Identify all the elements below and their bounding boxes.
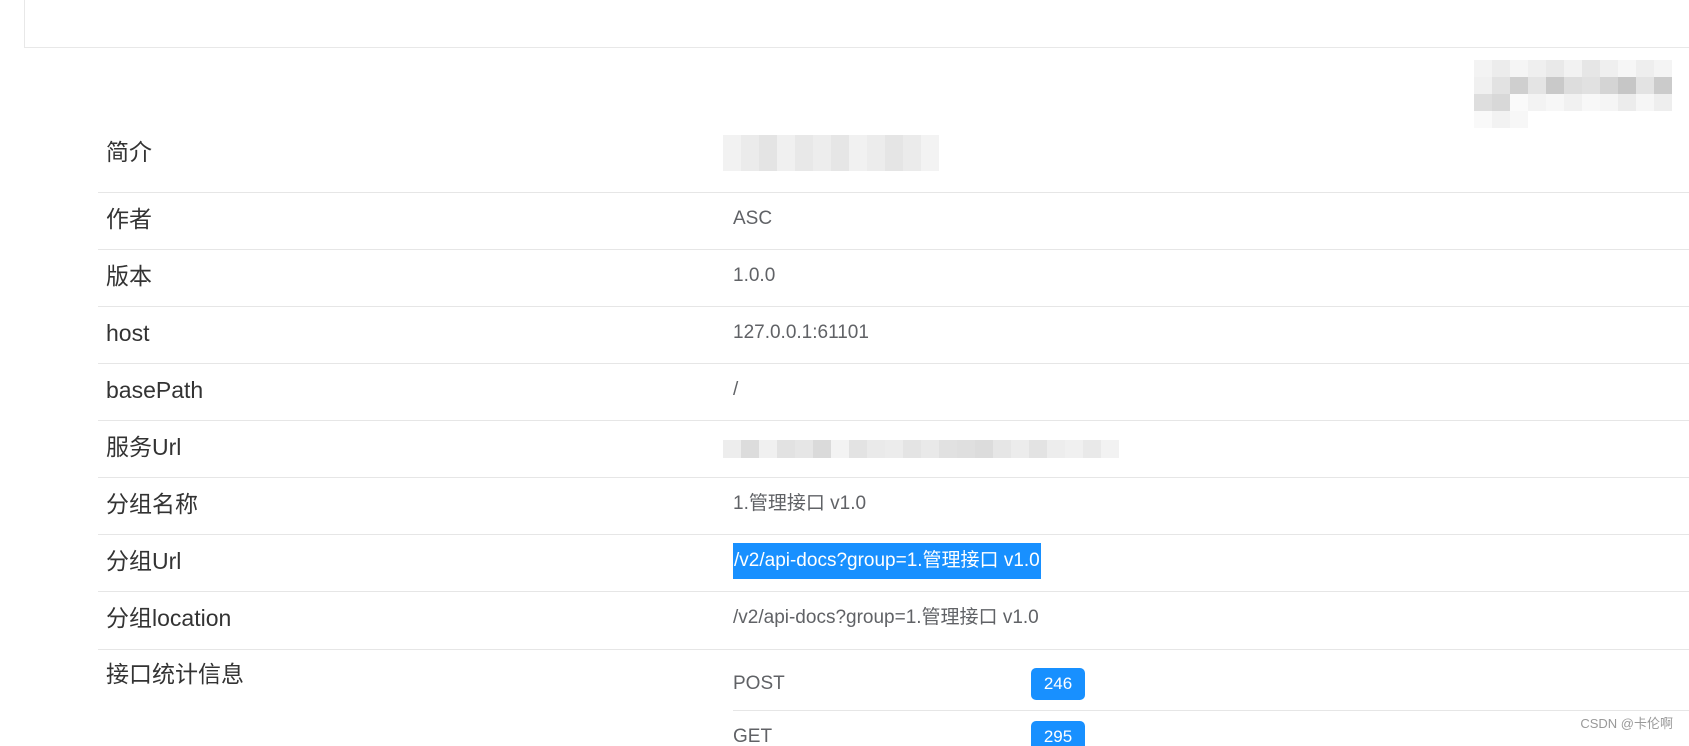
top-panel bbox=[24, 0, 1689, 48]
row-value: 127.0.0.1:61101 bbox=[733, 322, 869, 343]
row-key: 版本 bbox=[106, 263, 152, 289]
info-row-intro: 简介 bbox=[98, 115, 1689, 193]
watermark: CSDN @卡伦啊 bbox=[1580, 716, 1673, 731]
info-row-group-name: 分组名称 1.管理接口 v1.0 bbox=[98, 478, 1689, 535]
info-row-api-stats: 接口统计信息 bbox=[98, 650, 1689, 746]
row-key: 服务Url bbox=[106, 434, 182, 460]
stat-count-badge-get: 295 bbox=[1031, 721, 1085, 746]
row-value: 1.管理接口 v1.0 bbox=[733, 493, 867, 514]
row-value: /v2/api-docs?group=1.管理接口 v1.0 bbox=[733, 607, 1039, 628]
row-key: 分组location bbox=[106, 605, 232, 631]
stat-method-post: POST bbox=[733, 673, 785, 694]
row-key: 分组Url bbox=[106, 548, 182, 574]
info-row-basepath: basePath / bbox=[98, 364, 1689, 421]
row-key: 接口统计信息 bbox=[106, 661, 244, 687]
row-value: / bbox=[733, 379, 739, 400]
stat-method-get: GET bbox=[733, 726, 773, 746]
info-row-group-url: 分组Url /v2/api-docs?group=1.管理接口 v1.0 bbox=[98, 535, 1689, 592]
redacted-block-top bbox=[1474, 60, 1689, 128]
swagger-doc-info-page: 简介 作者 ASC 版本 1.0.0 host 127.0.0.1:61101 … bbox=[0, 0, 1689, 746]
row-key: basePath bbox=[106, 377, 204, 403]
stat-divider bbox=[733, 710, 1689, 711]
stat-count-badge-post: 246 bbox=[1031, 668, 1085, 700]
row-key: 简介 bbox=[106, 139, 152, 165]
row-key: host bbox=[106, 320, 150, 346]
info-row-group-location: 分组location /v2/api-docs?group=1.管理接口 v1.… bbox=[98, 592, 1689, 650]
row-key: 作者 bbox=[106, 206, 152, 232]
row-value: ASC bbox=[733, 208, 773, 229]
info-row-version: 版本 1.0.0 bbox=[98, 250, 1689, 307]
info-row-host: host 127.0.0.1:61101 bbox=[98, 307, 1689, 364]
row-value-selected[interactable]: /v2/api-docs?group=1.管理接口 v1.0 bbox=[733, 543, 1041, 579]
redacted-service-url bbox=[723, 440, 1119, 458]
info-row-author: 作者 ASC bbox=[98, 193, 1689, 250]
redacted-intro-value bbox=[723, 135, 939, 171]
info-row-service-url: 服务Url bbox=[98, 421, 1689, 478]
row-value: 1.0.0 bbox=[733, 265, 776, 286]
row-key: 分组名称 bbox=[106, 491, 198, 517]
